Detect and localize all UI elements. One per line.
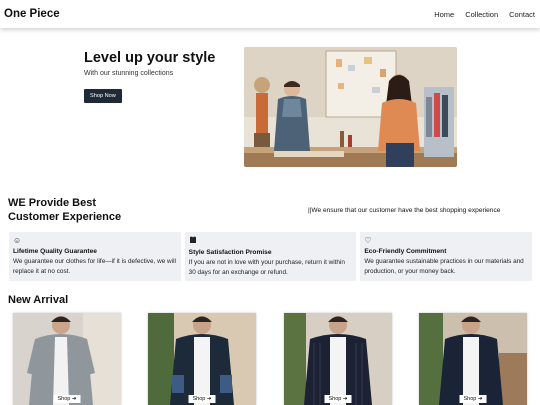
feature-card: Style Satisfaction Promise If you are no… [184, 232, 357, 281]
feature-title: Eco-Friendly Commitment [364, 248, 447, 255]
experience-title: WE Provide Best Customer Experience [8, 197, 122, 223]
feature-text: We guarantee sustainable practices in ou… [364, 258, 524, 275]
hero-image [244, 47, 457, 167]
product-card[interactable]: Shop ➔ [13, 313, 121, 405]
feature-title: Lifetime Quality Guarantee [13, 248, 97, 255]
product-card[interactable]: Shop ➔ [419, 313, 527, 405]
nav-links: Home Collection Contact [434, 10, 535, 19]
hero-title: Level up your style [84, 50, 216, 66]
navbar: One Piece Home Collection Contact [0, 0, 540, 28]
feature-text: If you are not in love with your purchas… [188, 259, 345, 276]
feature-title: Style Satisfaction Promise [188, 249, 272, 256]
heart-icon: ♡ [364, 236, 372, 245]
nav-link-home[interactable]: Home [434, 10, 454, 19]
features-row: ☺ Lifetime Quality Guarantee We guarante… [9, 232, 533, 281]
shop-button[interactable]: Shop ➔ [53, 395, 81, 403]
feature-card: ♡ Eco-Friendly Commitment We guarantee s… [360, 232, 533, 281]
shop-now-button[interactable]: Shop Now [84, 89, 122, 103]
hero-section: Level up your style With our stunning co… [84, 50, 234, 103]
shop-button[interactable]: Shop ➔ [188, 395, 216, 403]
product-grid: Shop ➔ Shop ➔ Shop ➔ Shop ➔ [0, 313, 540, 405]
shop-button[interactable]: Shop ➔ [459, 395, 487, 403]
hero-subtitle: With our stunning collections [84, 70, 174, 77]
nav-link-collection[interactable]: Collection [465, 10, 498, 19]
shirt-icon [189, 236, 353, 246]
experience-side-text: ||We ensure that our customer have the b… [308, 207, 501, 214]
product-card[interactable]: Shop ➔ [148, 313, 256, 405]
feature-text: We guarantee our clothes for life—if it … [13, 258, 176, 275]
nav-link-contact[interactable]: Contact [509, 10, 535, 19]
smile-icon: ☺ [13, 236, 22, 245]
feature-card: ☺ Lifetime Quality Guarantee We guarante… [9, 232, 181, 281]
brand-logo[interactable]: One Piece [4, 8, 60, 20]
shop-button[interactable]: Shop ➔ [324, 395, 352, 403]
product-card[interactable]: Shop ➔ [284, 313, 392, 405]
new-arrival-title: New Arrival [8, 294, 69, 306]
